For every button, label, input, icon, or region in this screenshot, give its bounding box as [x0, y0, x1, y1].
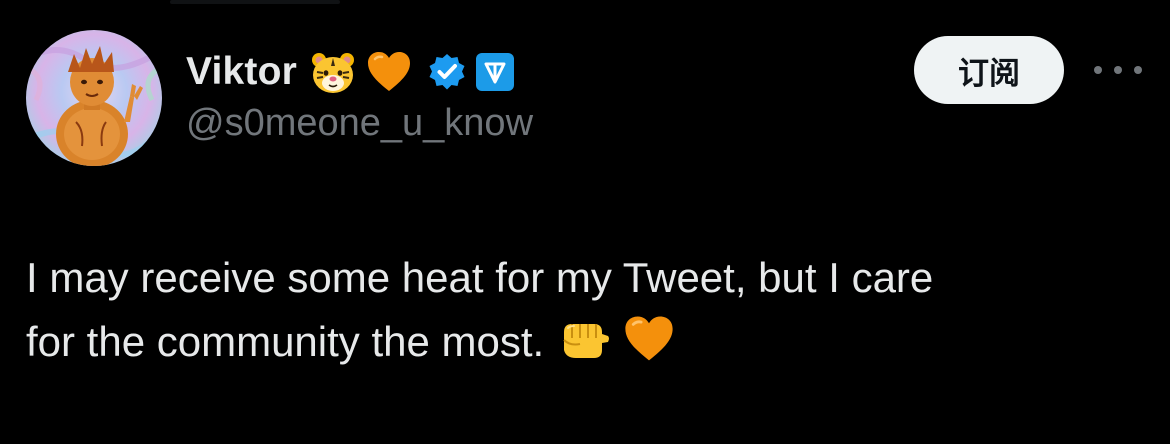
more-dot — [1134, 66, 1142, 74]
more-dot — [1094, 66, 1102, 74]
tweet-text: I may receive some heat for my Tweet, bu… — [26, 246, 1146, 374]
avatar[interactable] — [26, 30, 162, 166]
tweet-line-1: I may receive some heat for my Tweet, bu… — [26, 254, 934, 301]
ton-badge-icon[interactable] — [475, 52, 515, 92]
orange-heart-icon — [622, 312, 676, 366]
tweet-line-2-text: for the community the most. — [26, 318, 545, 365]
user-handle[interactable]: @s0meone_u_know — [186, 102, 533, 145]
top-divider — [170, 0, 340, 4]
oncoming-fist-icon — [558, 312, 612, 366]
avatar-image — [26, 30, 162, 166]
subscribe-button[interactable]: 订阅 — [914, 36, 1064, 104]
display-name-row[interactable]: Viktor — [186, 44, 515, 100]
more-options-icon[interactable] — [1094, 54, 1142, 86]
tiger-face-icon — [309, 48, 357, 96]
verified-badge-icon[interactable] — [427, 52, 467, 92]
more-dot — [1114, 66, 1122, 74]
tweet-card: Viktor @s0meone_u_know 订阅 I may receive … — [0, 0, 1170, 444]
tweet-line-2: for the community the most. — [26, 310, 1146, 374]
display-name[interactable]: Viktor — [186, 50, 297, 94]
orange-heart-icon — [365, 48, 413, 96]
